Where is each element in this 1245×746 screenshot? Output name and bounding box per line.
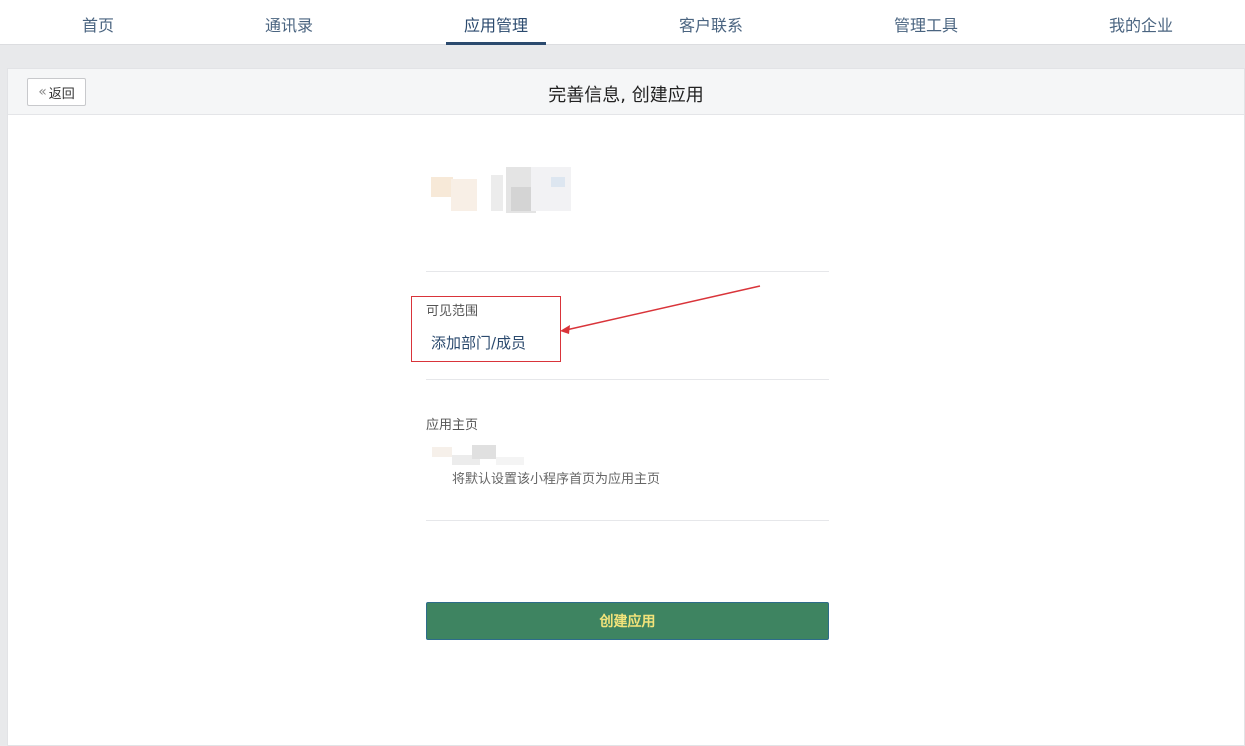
create-app-button[interactable]: 创建应用 [426,602,829,640]
app-logo-blurred [431,167,571,217]
nav-item-label: 应用管理 [463,16,528,35]
page-title: 完善信息, 创建应用 [548,85,704,106]
nav-item-contacts[interactable]: 通讯录 [239,0,339,45]
nav-item-label: 客户联系 [678,16,743,35]
homepage-hint: 将默认设置该小程序首页为应用主页 [452,472,661,487]
divider [426,379,829,380]
divider [426,520,829,521]
nav-item-label: 我的企业 [1108,16,1173,35]
nav-item-label: 首页 [81,16,114,35]
content-panel: « 返回 完善信息, 创建应用 [7,68,1245,746]
nav-item-app-management[interactable]: 应用管理 [446,0,546,45]
add-members-link[interactable]: 添加部门/成员 [431,332,526,353]
nav-item-home[interactable]: 首页 [48,0,148,45]
homepage-value-blurred [432,445,532,467]
panel-header: « 返回 完善信息, 创建应用 [8,69,1244,115]
nav-item-admin-tools[interactable]: 管理工具 [876,0,976,45]
active-tab-indicator [446,42,546,45]
divider [426,271,829,272]
nav-item-label: 通讯录 [264,16,313,35]
top-navigation: 首页 通讯录 应用管理 客户联系 管理工具 我的企业 [0,0,1245,45]
nav-item-my-enterprise[interactable]: 我的企业 [1091,0,1191,45]
nav-item-label: 管理工具 [893,16,958,35]
homepage-label: 应用主页 [426,418,479,433]
nav-item-customer-contact[interactable]: 客户联系 [661,0,761,45]
